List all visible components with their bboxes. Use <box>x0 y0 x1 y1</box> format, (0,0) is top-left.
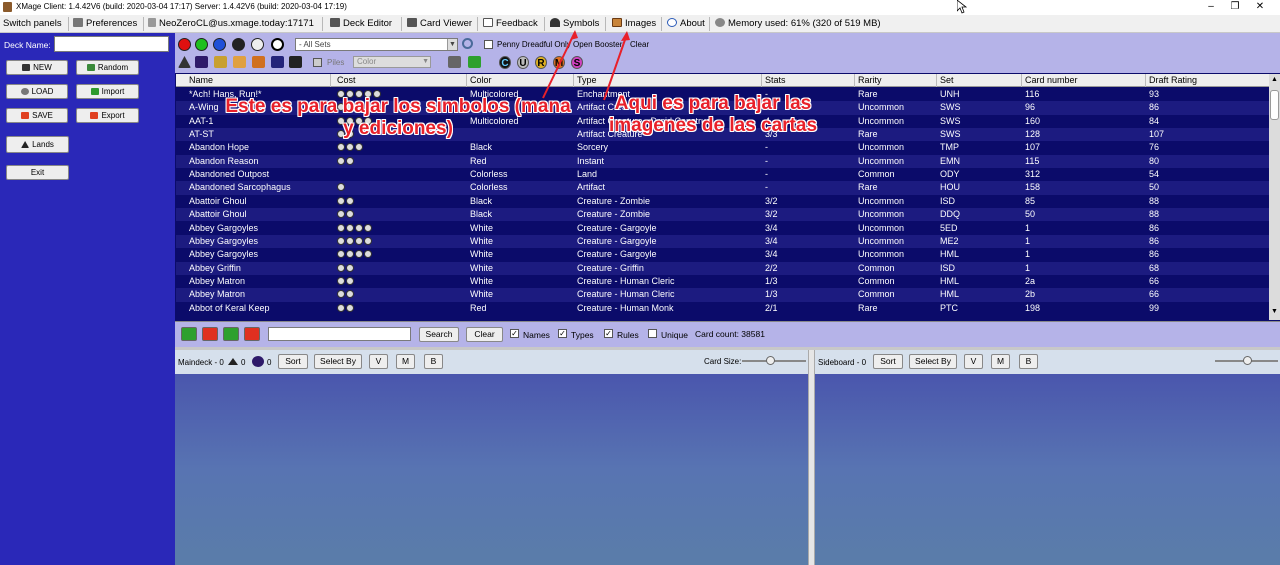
arrow-to-images <box>603 33 628 101</box>
arrowhead-images <box>621 31 630 41</box>
annotation-arrows <box>542 30 630 101</box>
symbols-annotation: Este es para bajar los simbolos (mana y … <box>225 96 571 139</box>
images-annotation: Aqui es para bajar las imagenes de las c… <box>608 93 818 136</box>
arrowhead-symbols <box>570 30 578 40</box>
mouse-cursor-icon <box>957 0 967 14</box>
arrow-to-symbols <box>542 31 576 99</box>
